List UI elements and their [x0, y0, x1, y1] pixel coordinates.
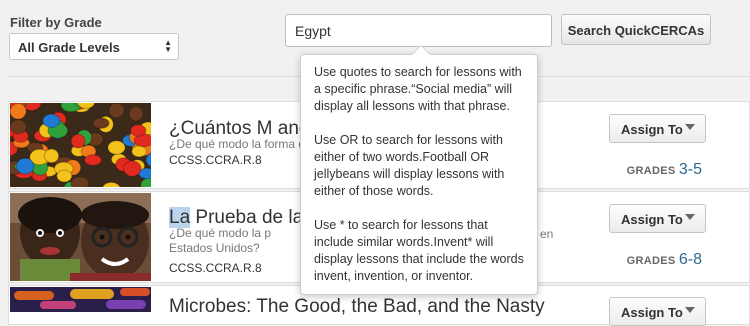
search-quickcercas-button[interactable]: Search QuickCERCAs — [561, 14, 711, 45]
lesson-description: ¿De qué modo la p — [169, 226, 271, 241]
caret-down-icon — [685, 214, 695, 220]
grade-level-select[interactable]: All Grade Levels ▲▼ — [9, 33, 179, 60]
assign-to-label: Assign To — [621, 212, 683, 227]
candy-shape — [44, 149, 58, 163]
tooltip-tip-quotes: Use quotes to search for lessons with a … — [314, 64, 527, 115]
candy-shape — [124, 161, 141, 176]
candy-shape — [71, 134, 85, 148]
tooltip-arrow-inner — [412, 46, 430, 55]
select-arrows-icon: ▲▼ — [164, 39, 172, 53]
search-input[interactable]: Egypt — [285, 14, 552, 47]
caret-down-icon — [685, 307, 695, 313]
candy-shape — [43, 114, 60, 127]
lesson-thumbnail-candies[interactable] — [10, 103, 151, 187]
candy-shape — [16, 158, 34, 174]
lesson-title[interactable]: Microbes: The Good, the Bad, and the Nas… — [169, 296, 545, 318]
candy-shape — [132, 146, 147, 157]
candy-shape — [10, 104, 26, 120]
grades-value: 6-8 — [679, 251, 702, 268]
candy-shape — [10, 120, 27, 134]
caret-down-icon — [685, 124, 695, 130]
candy-shape — [108, 141, 125, 155]
candy-shape — [57, 170, 72, 182]
lesson-thumbnail-child-with-doll[interactable] — [10, 193, 151, 281]
search-tips-tooltip: Use quotes to search for lessons with a … — [300, 54, 538, 295]
grades-badge: GRADES 6-8 — [627, 251, 702, 269]
grades-label: GRADES — [627, 165, 676, 177]
candy-shape — [85, 155, 102, 166]
lesson-description-line2: Estados Unidos? — [169, 241, 260, 256]
lesson-standard: CCSS.CCRA.R.8 — [169, 153, 262, 167]
candy-shape — [129, 106, 143, 121]
tooltip-tip-or: Use OR to search for lessons with either… — [314, 132, 527, 200]
candy-shape — [93, 118, 109, 128]
tooltip-tip-wildcard: Use * to search for lessons that include… — [314, 217, 527, 285]
candy-shape — [71, 177, 89, 187]
assign-to-label: Assign To — [621, 122, 683, 137]
lesson-standard: CCSS.CCRA.R.8 — [169, 261, 262, 275]
search-highlight: La — [169, 207, 190, 228]
filter-by-grade-label: Filter by Grade — [10, 15, 102, 30]
grades-badge: GRADES 3-5 — [627, 161, 702, 179]
assign-to-label: Assign To — [621, 305, 683, 320]
lesson-thumbnail-microbes[interactable] — [10, 287, 151, 312]
candy-shape — [109, 103, 125, 118]
assign-to-button[interactable]: Assign To — [609, 204, 706, 233]
grade-level-selected-value: All Grade Levels — [18, 40, 120, 55]
grades-value: 3-5 — [679, 161, 702, 178]
assign-to-button[interactable]: Assign To — [609, 114, 706, 143]
lesson-description: ¿De qué modo la forma de — [169, 137, 312, 152]
grades-label: GRADES — [627, 255, 676, 267]
lesson-description-tail: en — [540, 227, 553, 242]
candy-shape — [131, 125, 146, 136]
